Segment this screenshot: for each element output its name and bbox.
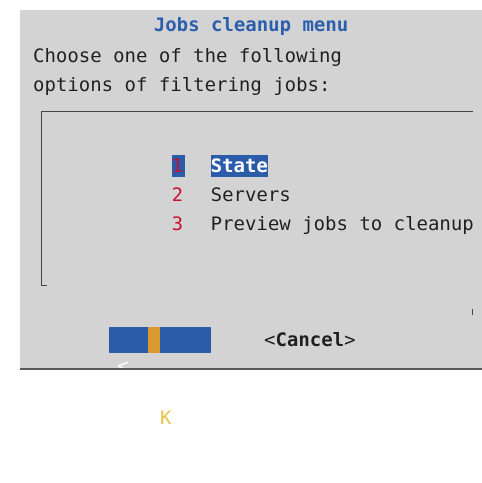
cancel-label: Cancel <box>275 329 345 351</box>
ok-left-bracket: < <box>117 355 129 377</box>
ok-label-rest: K <box>160 407 172 429</box>
dialog-title: Jobs cleanup menu <box>153 14 349 36</box>
cancel-button[interactable]: <Cancel> <box>264 327 356 353</box>
cancel-right-bracket: > <box>344 329 356 351</box>
dialog-bottom-shadow <box>20 368 482 370</box>
menu-item-state[interactable]: 1 State <box>103 133 268 177</box>
menu-box-left-border <box>41 111 42 286</box>
cancel-left-bracket: < <box>264 329 276 351</box>
menu-item-tag: 3 <box>171 213 184 235</box>
menu-box-corner <box>41 285 47 286</box>
ok-hotkey: O <box>148 327 160 353</box>
prompt-line-1: Choose one of the following <box>33 45 342 67</box>
dialog-prompt: Choose one of the following options of f… <box>33 42 342 100</box>
menu-list: 1 State 2 Servers 3 Preview jobs to cleanup <box>41 111 474 315</box>
menu-item-preview[interactable]: 3 Preview jobs to cleanup <box>103 191 474 235</box>
menu-item-servers[interactable]: 2 Servers <box>103 162 291 206</box>
menu-box-right-tick <box>472 309 473 315</box>
menu-box-top-border <box>41 111 473 112</box>
prompt-line-2: options of filtering jobs: <box>33 74 331 96</box>
ok-right-bracket: > <box>189 433 201 455</box>
jobs-cleanup-dialog: Jobs cleanup menu Choose one of the foll… <box>20 10 482 455</box>
ok-button[interactable]: < O K > <box>109 327 211 455</box>
menu-item-label: Preview jobs to cleanup <box>210 213 474 235</box>
